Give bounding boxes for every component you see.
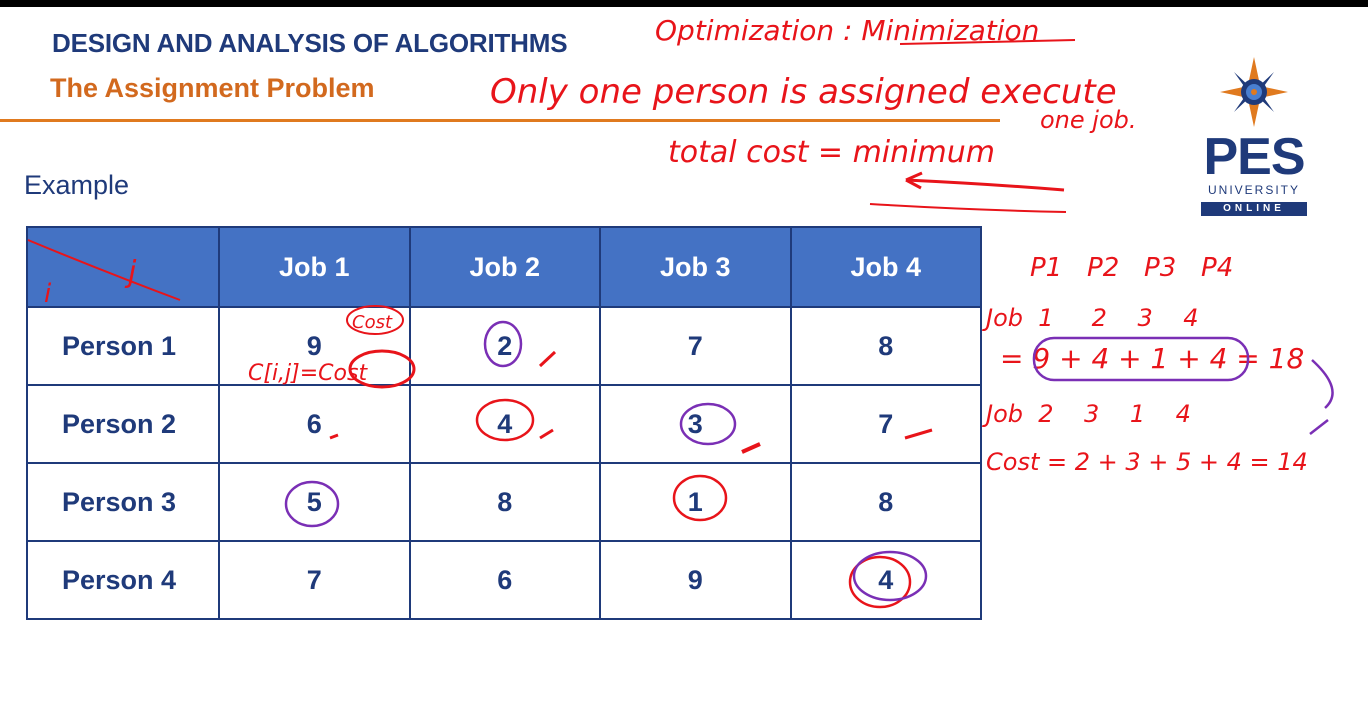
compass-emblem-icon xyxy=(1220,57,1288,127)
table-cell: 7 xyxy=(599,306,792,386)
logo-wordmark: PES xyxy=(1203,128,1305,186)
annotation-sum-line-1: = 9 + 4 + 1 + 4 = 18 xyxy=(1000,342,1304,375)
table-cell: 7 xyxy=(218,540,411,620)
tick-mark xyxy=(1309,419,1329,435)
row-header: Person 4 xyxy=(26,540,220,620)
table-cell: 8 xyxy=(789,306,982,386)
table-row: Person 2 6 4 3 7 xyxy=(26,384,982,464)
annotation-rule-one-job: one job. xyxy=(1040,106,1137,134)
table-cell: 2 xyxy=(408,306,601,386)
table-cell: 9 xyxy=(599,540,792,620)
top-bar xyxy=(0,0,1368,7)
logo-online-badge: ONLINE xyxy=(1201,202,1307,216)
table-header-row: Job 1 Job 2 Job 3 Job 4 xyxy=(26,226,982,308)
table-row: Person 4 7 6 9 4 xyxy=(26,540,982,620)
table-cell: 1 xyxy=(599,462,792,542)
column-header-job-1: Job 1 xyxy=(218,226,411,308)
column-header-job-3: Job 3 xyxy=(599,226,792,308)
table-cell: 3 xyxy=(599,384,792,464)
logo-university-text: UNIVERSITY xyxy=(1207,183,1300,197)
arrow-stroke xyxy=(905,178,1065,192)
column-header-job-2: Job 2 xyxy=(408,226,601,308)
table-cell: 4 xyxy=(408,384,601,464)
arrow-head xyxy=(905,171,923,190)
course-title: DESIGN AND ANALYSIS OF ALGORITHMS xyxy=(52,28,568,58)
optimal-sum-box xyxy=(1032,336,1250,382)
annotation-total-cost: total cost = minimum xyxy=(668,135,995,170)
connector-stroke xyxy=(1311,359,1334,409)
row-header: Person 3 xyxy=(26,462,220,542)
table-cell: 4 xyxy=(789,540,982,620)
annotation-rule-one-person: Only one person is assigned execute xyxy=(490,72,1117,112)
annotation-sum-line-2: Cost = 2 + 3 + 5 + 4 = 14 xyxy=(986,448,1308,476)
table-cell: 6 xyxy=(218,384,411,464)
pes-university-logo: PES UNIVERSITY ONLINE xyxy=(1198,55,1310,217)
table-cell: 5 xyxy=(218,462,411,542)
annotation-person-headers: P1 P2 P3 P4 xyxy=(1030,253,1233,283)
annotation-optimization: Optimization : Minimization xyxy=(655,14,1039,47)
table-cell: 8 xyxy=(789,462,982,542)
table-row: Person 3 5 8 1 8 xyxy=(26,462,982,542)
row-header: Person 2 xyxy=(26,384,220,464)
table-cell: 6 xyxy=(408,540,601,620)
topic-title: The Assignment Problem xyxy=(50,73,375,103)
table-cell: 7 xyxy=(789,384,982,464)
annotation-job-line-2: Job 2 3 1 4 xyxy=(982,400,1191,428)
section-label: Example xyxy=(24,170,130,200)
assignment-cost-table: Job 1 Job 2 Job 3 Job 4 Person 1 9 2 7 8… xyxy=(26,226,982,620)
table-row: Person 1 9 2 7 8 xyxy=(26,306,982,386)
annotation-job-line-1: Job 1 2 3 4 xyxy=(982,304,1199,332)
title-divider xyxy=(0,119,1000,122)
column-header-job-4: Job 4 xyxy=(789,226,982,308)
table-cell: 9 xyxy=(218,306,411,386)
underline-stroke xyxy=(899,39,1076,45)
table-corner-cell xyxy=(26,226,220,308)
row-header: Person 1 xyxy=(26,306,220,386)
underline-stroke xyxy=(869,203,1067,213)
table-cell: 8 xyxy=(408,462,601,542)
